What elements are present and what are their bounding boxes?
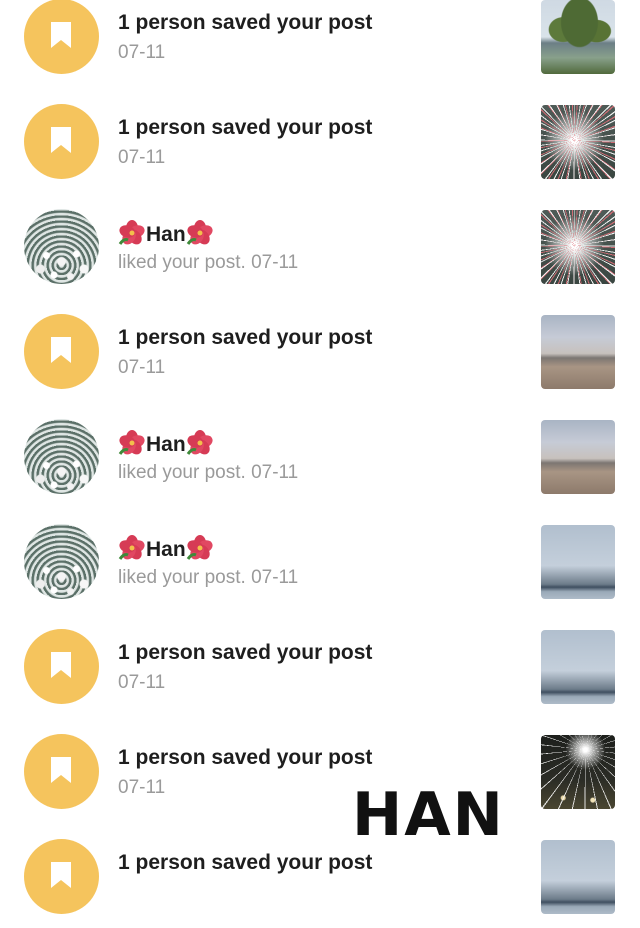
- user-name[interactable]: Han: [118, 430, 214, 458]
- user-name-text: Han: [146, 223, 186, 246]
- user-avatar[interactable]: [24, 209, 99, 284]
- post-thumbnail[interactable]: [541, 315, 615, 389]
- watermark: HAN: [352, 780, 505, 850]
- post-thumbnail[interactable]: [541, 630, 615, 704]
- notification-title: 1 person saved your post: [118, 746, 373, 769]
- post-thumbnail[interactable]: [541, 735, 615, 809]
- saved-badge: [24, 629, 99, 704]
- notification-date: 07-11: [118, 672, 166, 693]
- notification-title: 1 person saved your post: [118, 641, 373, 664]
- post-thumbnail[interactable]: [541, 0, 615, 74]
- notification-date: 07-11: [118, 42, 166, 63]
- hibiscus-icon: [186, 220, 213, 245]
- notification-date: 07-11: [118, 357, 166, 378]
- notification-row[interactable]: 1 person saved your post 07-11: [0, 718, 640, 823]
- bookmark-icon: [51, 652, 71, 678]
- post-thumbnail[interactable]: [541, 210, 615, 284]
- user-avatar[interactable]: [24, 419, 99, 494]
- notification-row[interactable]: 1 person saved your post 07-11: [0, 298, 640, 403]
- post-thumbnail[interactable]: [541, 105, 615, 179]
- notification-text: liked your post. 07-11: [118, 252, 299, 273]
- notification-list: 1 person saved your post 07-11 1 person …: [0, 0, 640, 928]
- notification-row[interactable]: 1 person saved your post: [0, 823, 640, 928]
- hibiscus-icon: [118, 430, 145, 455]
- notification-text: liked your post. 07-11: [118, 462, 299, 483]
- notification-row[interactable]: 1 person saved your post 07-11: [0, 88, 640, 193]
- notification-row[interactable]: Han liked your post. 07-11: [0, 508, 640, 613]
- post-thumbnail[interactable]: [541, 420, 615, 494]
- hibiscus-icon: [118, 220, 145, 245]
- saved-badge: [24, 839, 99, 914]
- user-name-text: Han: [146, 433, 186, 456]
- notification-title: 1 person saved your post: [118, 11, 373, 34]
- bookmark-icon: [51, 757, 71, 783]
- bookmark-icon: [51, 127, 71, 153]
- notification-title: 1 person saved your post: [118, 851, 373, 874]
- user-name[interactable]: Han: [118, 535, 214, 563]
- user-name-text: Han: [146, 538, 186, 561]
- post-thumbnail[interactable]: [541, 525, 615, 599]
- bookmark-icon: [51, 22, 71, 48]
- notification-title: 1 person saved your post: [118, 326, 373, 349]
- bookmark-icon: [51, 862, 71, 888]
- bookmark-icon: [51, 337, 71, 363]
- notification-row[interactable]: Han liked your post. 07-11: [0, 403, 640, 508]
- notification-date: 07-11: [118, 147, 166, 168]
- user-avatar[interactable]: [24, 524, 99, 599]
- saved-badge: [24, 734, 99, 809]
- hibiscus-icon: [186, 430, 213, 455]
- user-name[interactable]: Han: [118, 220, 214, 248]
- notification-row[interactable]: Han liked your post. 07-11: [0, 193, 640, 298]
- hibiscus-icon: [118, 535, 145, 560]
- saved-badge: [24, 104, 99, 179]
- notification-title: 1 person saved your post: [118, 116, 373, 139]
- hibiscus-icon: [186, 535, 213, 560]
- notification-date: 07-11: [118, 777, 166, 798]
- notification-row[interactable]: 1 person saved your post 07-11: [0, 613, 640, 718]
- saved-badge: [24, 0, 99, 74]
- notification-row[interactable]: 1 person saved your post 07-11: [0, 0, 640, 88]
- post-thumbnail[interactable]: [541, 840, 615, 914]
- saved-badge: [24, 314, 99, 389]
- notification-text: liked your post. 07-11: [118, 567, 299, 588]
